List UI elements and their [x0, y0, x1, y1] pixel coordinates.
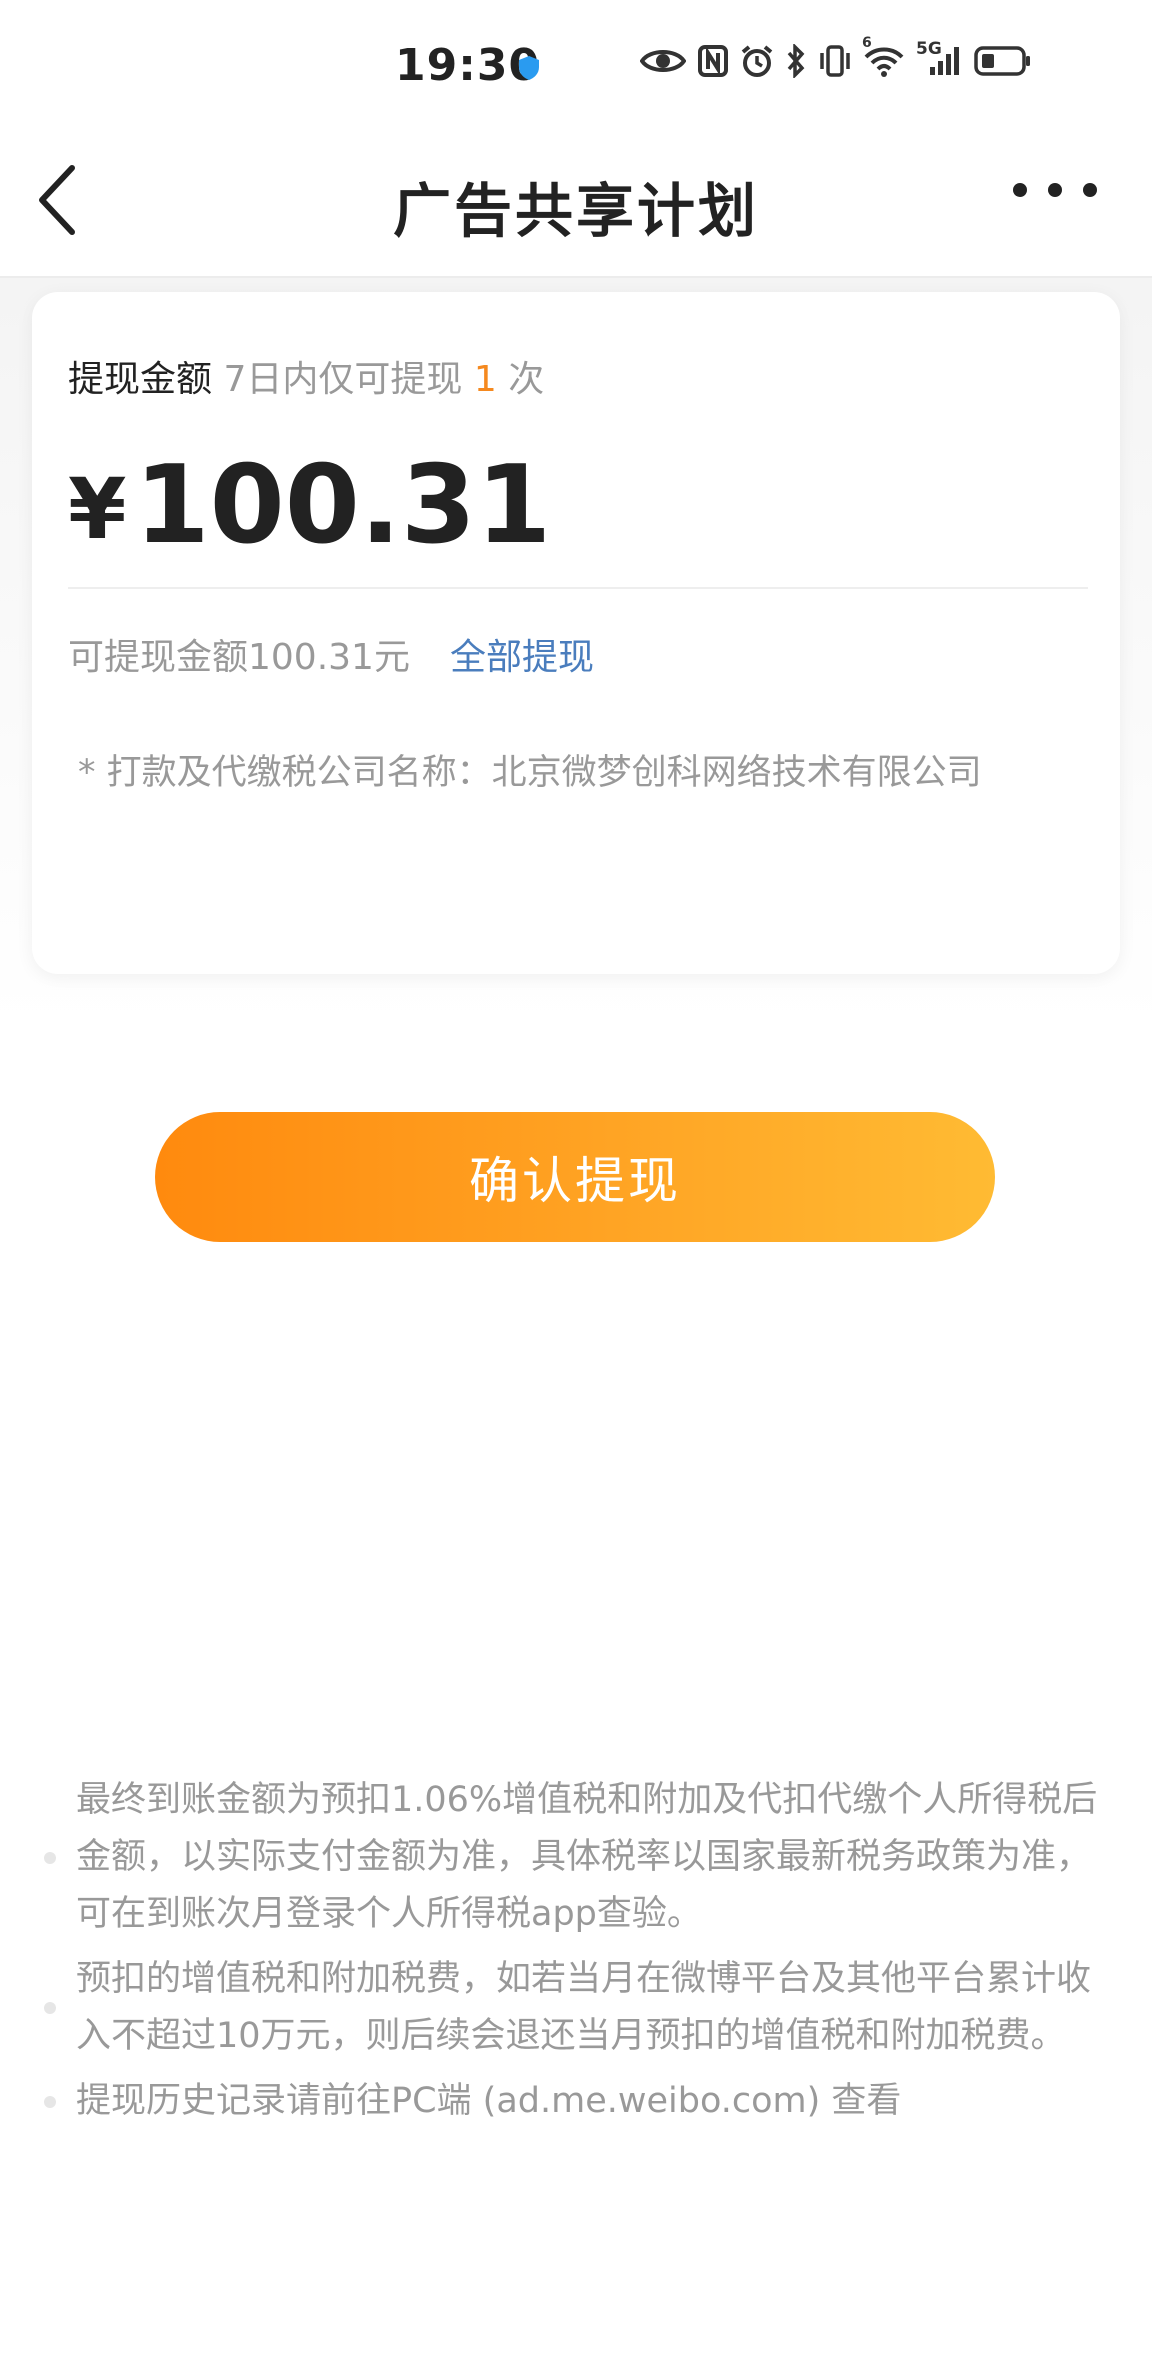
- note-line: 入不超过10万元，则后续会退还当月预扣的增值税和附加税费。: [76, 2016, 1066, 2056]
- withdraw-card: 提现金额 7日内仅可提现 1 次 ¥100.31 可提现金额100.31元 全部…: [32, 292, 1120, 974]
- more-dots-icon: [1013, 183, 1097, 197]
- vibrate-icon: [818, 45, 852, 77]
- nfc-icon: [698, 45, 728, 77]
- withdraw-all-link[interactable]: 全部提现: [450, 628, 594, 680]
- network-label: 5G: [916, 39, 942, 59]
- nav-bar: 广告共享计划: [0, 130, 1152, 278]
- withdraw-limit-prefix: 7日内仅可提现: [223, 359, 463, 400]
- signal-5g-icon: 5G: [916, 39, 962, 77]
- withdraw-amount[interactable]: ¥100.31: [68, 452, 551, 560]
- note-item: 提现历史记录请前往PC端 (ad.me.weibo.com) 查看: [40, 2073, 1152, 2130]
- note-line: 可在到账次月登录个人所得税app查验。: [76, 1894, 702, 1934]
- note-item: 最终到账金额为预扣1.06%增值税和附加及代扣代缴个人所得税后 金额，以实际支付…: [40, 1772, 1152, 1943]
- withdraw-header: 提现金额 7日内仅可提现 1 次: [68, 350, 544, 402]
- bullet-dot: [44, 2095, 56, 2108]
- confirm-withdraw-button[interactable]: 确认提现: [155, 1112, 995, 1242]
- wifi-label: 6: [862, 35, 872, 51]
- note-line: 金额，以实际支付金额为准，具体税率以国家最新税务政策为准，: [76, 1837, 1092, 1877]
- page-title: 广告共享计划: [392, 177, 759, 245]
- note-line: 预扣的增值税和附加税费，如若当月在微博平台及其他平台累计收: [76, 1959, 1092, 1999]
- bullet-dot: [44, 1851, 56, 1864]
- wifi-icon: 6: [862, 35, 904, 77]
- alarm-icon: [740, 44, 774, 78]
- available-amount: 可提现金额100.31元: [68, 637, 410, 678]
- bluetooth-icon: [786, 44, 806, 78]
- eye-icon: [640, 46, 686, 76]
- shield-icon: [518, 55, 540, 85]
- more-button[interactable]: [1010, 180, 1120, 220]
- withdraw-amount-label: 提现金额: [68, 359, 213, 400]
- note-line: 提现历史记录请前往PC端 (ad.me.weibo.com) 查看: [76, 2081, 902, 2121]
- withdraw-limit-count: 1: [473, 359, 497, 400]
- status-bar: 19:30 6 5G: [0, 0, 1152, 130]
- currency-symbol: ¥: [68, 460, 127, 558]
- note-item: 预扣的增值税和附加税费，如若当月在微博平台及其他平台累计收 入不超过10万元，则…: [40, 1951, 1152, 2065]
- company-note: * 打款及代缴税公司名称：北京微梦创科网络技术有限公司: [78, 753, 982, 793]
- status-icons: 6 5G: [640, 35, 1032, 78]
- notes-list: 最终到账金额为预扣1.06%增值税和附加及代扣代缴个人所得税后 金额，以实际支付…: [40, 1772, 1152, 2138]
- bullet-dot: [44, 2002, 56, 2014]
- note-line: 最终到账金额为预扣1.06%增值税和附加及代扣代缴个人所得税后: [76, 1780, 1098, 1820]
- home-indicator: [0, 2340, 1152, 2360]
- withdraw-limit-suffix: 次: [508, 359, 545, 400]
- divider: [68, 587, 1088, 589]
- battery-icon: [974, 45, 1032, 77]
- amount-value: 100.31: [134, 443, 552, 568]
